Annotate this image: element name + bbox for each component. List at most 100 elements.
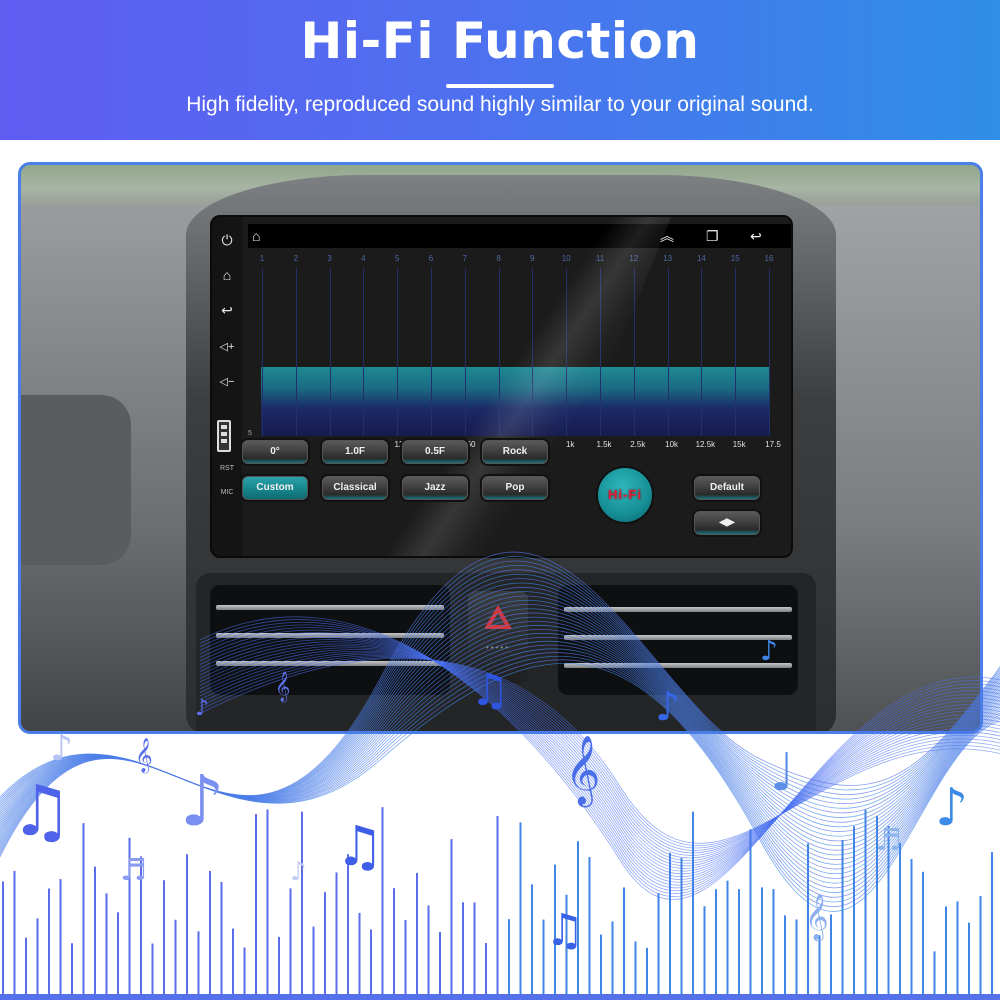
- spectrum-bar: [611, 921, 614, 995]
- spectrum-bar: [554, 864, 556, 995]
- spectrum-bar: [876, 815, 878, 995]
- eq-band-slider[interactable]: [329, 268, 331, 436]
- eq-band-number: 11: [595, 254, 605, 263]
- spectrum-bar: [726, 880, 729, 995]
- spectrum-bar: [784, 915, 786, 995]
- eq-band-slider[interactable]: [667, 268, 669, 436]
- spectrum-bar: [485, 943, 487, 995]
- spectrum-bar: [991, 852, 993, 995]
- eq-preset-button-pop[interactable]: Pop: [482, 476, 548, 500]
- eq-preset-button-0-[interactable]: 0°: [242, 440, 308, 464]
- music-note-icon: ♬: [120, 853, 147, 888]
- eq-band-number: 2: [293, 254, 299, 263]
- eq-preset-button-custom[interactable]: Custom: [242, 476, 308, 500]
- spectrum-bar: [692, 811, 694, 995]
- spectrum-bar: [887, 825, 890, 995]
- rst-label[interactable]: RST: [214, 465, 240, 472]
- spectrum-bar: [370, 929, 372, 995]
- eq-band-slider[interactable]: [735, 268, 737, 436]
- mic-label: MIC: [220, 489, 234, 496]
- spectrum-bar: [531, 884, 533, 995]
- spectrum-bar: [462, 902, 464, 995]
- eq-band-slider[interactable]: [532, 268, 534, 436]
- spectrum-bar: [232, 928, 234, 995]
- eq-band-number: 1: [259, 254, 265, 263]
- spectrum-bar: [312, 926, 315, 995]
- back-icon[interactable]: ↩: [750, 226, 762, 246]
- header-banner: Hi-Fi Function High fidelity, reproduced…: [0, 0, 1000, 140]
- air-vents: •••••: [196, 573, 816, 731]
- collapse-icon[interactable]: ︽: [660, 226, 674, 246]
- spectrum-bar: [48, 888, 50, 995]
- spectrum-bar: [301, 811, 303, 995]
- eq-band-slider[interactable]: [701, 268, 703, 436]
- spectrum-bar: [163, 880, 165, 995]
- eq-band-slider[interactable]: [566, 268, 568, 436]
- spectrum-bar: [565, 894, 568, 995]
- spectrum-bar: [922, 871, 924, 995]
- spectrum-bar: [473, 902, 476, 995]
- eq-frequency-label: 2.5k: [630, 440, 646, 449]
- hazard-button[interactable]: •••••: [468, 591, 528, 683]
- music-note-icon: ♪: [50, 728, 73, 769]
- spectrum-bar: [186, 854, 188, 995]
- spectrum-bar: [220, 881, 223, 995]
- eq-preset-button-classical[interactable]: Classical: [322, 476, 388, 500]
- spectrum-bar: [105, 893, 108, 995]
- eq-frequency-label: 17.5: [765, 440, 781, 449]
- spectrum-bar: [25, 937, 27, 995]
- eq-band-slider[interactable]: [295, 268, 297, 436]
- eq-band-slider[interactable]: [397, 268, 399, 436]
- spectrum-bar: [910, 858, 913, 995]
- power-icon[interactable]: ⏻: [217, 231, 237, 249]
- eq-band-slider[interactable]: [464, 268, 466, 436]
- eq-band-slider[interactable]: [633, 268, 635, 436]
- spectrum-bar: [646, 947, 648, 995]
- eq-preset-button-jazz[interactable]: Jazz: [402, 476, 468, 500]
- music-note-icon: ♪: [290, 857, 307, 887]
- balance-button[interactable]: ◀▶: [694, 511, 760, 535]
- spectrum-bar: [600, 934, 602, 995]
- eq-preset-button-1-0f[interactable]: 1.0F: [322, 440, 388, 464]
- eq-frequency-label: 1.5k: [596, 440, 612, 449]
- eq-preset-button-0-5f[interactable]: 0.5F: [402, 440, 468, 464]
- eq-band-slider[interactable]: [600, 268, 601, 436]
- spectrum-bar: [864, 809, 867, 995]
- hifi-button[interactable]: Hi-Fi: [596, 466, 654, 524]
- eq-preset-button-rock[interactable]: Rock: [482, 440, 548, 464]
- spectrum-bar: [496, 816, 499, 995]
- spectrum-bar: [151, 943, 154, 995]
- spectrum-bar: [266, 809, 269, 995]
- spectrum-bar: [634, 941, 637, 995]
- spectrum-bar: [657, 893, 660, 995]
- spectrum-bar: [82, 823, 85, 995]
- eq-frequency-label: 12.5k: [695, 440, 716, 449]
- eq-band-number: 9: [530, 254, 535, 263]
- home-icon[interactable]: ⌂: [252, 226, 260, 246]
- eq-band-slider[interactable]: [769, 268, 770, 436]
- eq-band-slider[interactable]: [363, 268, 365, 436]
- volume-up-icon[interactable]: ◁+: [217, 338, 237, 356]
- head-unit-screen: ⏻ ⌂ ↩ ◁+ ◁− RST MIC ⌂ ︽ ❐ ↩ 5 Iz 1202603…: [210, 215, 793, 558]
- eq-band-slider[interactable]: [498, 268, 500, 436]
- spectrum-baseline: [0, 994, 1000, 1000]
- spectrum-bar: [761, 887, 763, 995]
- home-icon[interactable]: ⌂: [217, 266, 237, 284]
- eq-band-number: 7: [462, 254, 468, 263]
- spectrum-bar: [324, 892, 326, 995]
- spectrum-bar: [933, 951, 936, 995]
- usb-port-icon: [217, 420, 231, 452]
- spectrum-bar: [450, 839, 453, 995]
- back-icon[interactable]: ↩: [217, 301, 237, 319]
- spectrum-bar: [588, 857, 591, 995]
- default-button[interactable]: Default: [694, 476, 760, 500]
- eq-band-slider[interactable]: [262, 268, 263, 436]
- left-air-vent[interactable]: [210, 585, 450, 695]
- volume-down-icon[interactable]: ◁−: [217, 373, 237, 391]
- right-air-vent[interactable]: [558, 585, 798, 695]
- spectrum-bar: [209, 870, 211, 995]
- eq-band-slider[interactable]: [431, 268, 432, 436]
- recent-apps-icon[interactable]: ❐: [706, 226, 719, 246]
- spectrum-bar: [508, 919, 510, 995]
- eq-band-number: 8: [496, 254, 501, 263]
